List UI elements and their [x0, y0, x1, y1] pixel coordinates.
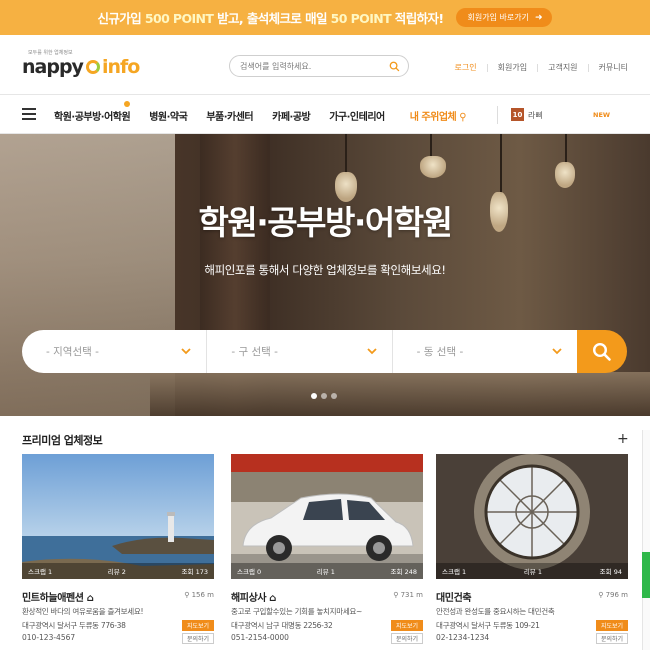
district-select[interactable]: - 구 선택 -	[206, 330, 391, 373]
search-input[interactable]	[240, 61, 389, 71]
card-photo[interactable]: 스크랩 0 리뷰 1 조회 248	[231, 454, 423, 579]
premium-card-list: 스크랩 1 리뷰 2 조회 173 민트하늘애펜션 ⌂ ⚲ 156 m 환상적인 바…	[22, 454, 628, 650]
header: 모두를 위한 업체정보 nappyinfo 로그인 회원가입 고객지원 커뮤니티	[0, 35, 650, 95]
chevron-down-icon	[552, 348, 562, 355]
hero-subtitle: 해피인포를 통해서 다양한 업체정보를 확인해보세요!	[204, 263, 446, 277]
location-pin-icon: ⚲	[598, 591, 606, 599]
side-panel-edge	[642, 430, 650, 650]
map-button[interactable]: 지도보기	[596, 620, 628, 631]
neighborhood-select[interactable]: - 동 선택 -	[391, 330, 577, 373]
hero-table	[150, 372, 650, 416]
business-address: 대구광역시 달서구 두류동 109-21	[436, 621, 540, 630]
map-button[interactable]: 지도보기	[182, 620, 214, 631]
nav-item-nearby[interactable]: 내 주위업체 ⚲	[410, 108, 467, 123]
location-pin-icon: ⚲	[184, 591, 192, 599]
slide-dot[interactable]	[311, 393, 317, 399]
nav-item-hospital[interactable]: 병원·약국	[149, 108, 188, 123]
business-card[interactable]: 스크랩 0 리뷰 1 조회 248 해피상사 ⌂ ⚲ 731 m 중고로 구입할수있…	[231, 454, 423, 650]
home-icon: ⌂	[269, 593, 277, 604]
slide-indicator	[311, 393, 337, 399]
card-stats: 스크랩 0 리뷰 1 조회 248	[231, 563, 423, 579]
arrow-right-icon: ➜	[534, 12, 543, 23]
business-card[interactable]: 스크랩 1 리뷰 1 조회 94 대민건축 ⚲ 796 m 안전성과 완성도를 중요…	[436, 454, 628, 650]
slide-dot[interactable]	[331, 393, 337, 399]
business-name: 해피상사 ⌂	[231, 593, 277, 604]
chevron-down-icon	[367, 348, 377, 355]
business-description: 환상적인 바다의 여유로움을 즐겨보세요!	[22, 607, 144, 616]
card-photo[interactable]: 스크랩 1 리뷰 2 조회 173	[22, 454, 214, 579]
card-photo[interactable]: 스크랩 1 리뷰 1 조회 94	[436, 454, 628, 579]
home-icon: ⌂	[86, 593, 94, 604]
pendant-lamp-icon	[420, 156, 446, 178]
region-filter-bar: - 지역선택 - - 구 선택 - - 동 선택 -	[22, 330, 577, 373]
plus-icon[interactable]: +	[617, 432, 629, 446]
map-button[interactable]: 지도보기	[391, 620, 423, 631]
business-address: 대구광역시 남구 대명동 2256-32	[231, 621, 333, 630]
business-phone: 051-2154-0000	[231, 633, 289, 642]
distance: ⚲ 731 m	[393, 591, 423, 599]
hero-banner: 학원·공부방·어학원 해피인포를 통해서 다양한 업체정보를 확인해보세요! -…	[0, 134, 650, 416]
nav-item-parts[interactable]: 부품·카센터	[206, 108, 253, 123]
distance: ⚲ 156 m	[184, 591, 214, 599]
business-phone: 010-123-4567	[22, 633, 76, 642]
support-link[interactable]: 고객지원	[548, 62, 577, 73]
signup-shortcut-button[interactable]: 회원가입 바로가기 ➜	[455, 8, 553, 27]
search-box	[229, 55, 409, 77]
side-tab[interactable]	[642, 552, 650, 598]
nav-item-furniture[interactable]: 가구·인테리어	[329, 108, 385, 123]
distance: ⚲ 796 m	[598, 591, 628, 599]
nav-item-academy[interactable]: 학원·공부방·어학원	[54, 100, 131, 123]
section-title: 프리미엄 업체정보	[22, 434, 103, 447]
card-stats: 스크랩 1 리뷰 2 조회 173	[22, 563, 214, 579]
location-pin-icon: ⚲	[393, 591, 401, 599]
promo-text: 신규가입 500 POINT 받고, 출석체크로 매일 50 POINT 적립하…	[97, 11, 445, 26]
region-select[interactable]: - 지역선택 -	[22, 330, 206, 373]
location-pin-icon: ⚲	[456, 111, 467, 123]
inquiry-button[interactable]: 문의하기	[391, 633, 423, 644]
logo[interactable]: 모두를 위한 업체정보 nappy info	[22, 49, 142, 81]
chevron-down-icon	[181, 348, 191, 355]
car-photo	[231, 454, 423, 579]
main-nav: 학원·공부방·어학원 병원·약국 부품·카센터 카페·공방 가구·인테리어 내 …	[0, 96, 650, 134]
seaside-photo	[22, 454, 214, 579]
business-name: 대민건축	[436, 593, 472, 604]
login-link[interactable]: 로그인	[455, 62, 477, 73]
count-badge: 10	[511, 108, 524, 121]
pendant-lamp-icon	[555, 162, 575, 188]
menu-icon[interactable]	[22, 108, 36, 120]
signup-link[interactable]: 회원가입	[498, 62, 527, 73]
promo-banner: 신규가입 500 POINT 받고, 출석체크로 매일 50 POINT 적립하…	[0, 0, 650, 35]
community-link[interactable]: 커뮤니티	[599, 62, 628, 73]
filter-search-button[interactable]	[577, 330, 627, 373]
business-card[interactable]: 스크랩 1 리뷰 2 조회 173 민트하늘애펜션 ⌂ ⚲ 156 m 환상적인 바…	[22, 454, 214, 650]
slide-dot[interactable]	[321, 393, 327, 399]
search-icon	[592, 342, 611, 361]
new-label: NEW	[593, 111, 611, 119]
business-description: 안전성과 완성도를 중요시하는 대민건축	[436, 607, 555, 616]
card-stats: 스크랩 1 리뷰 1 조회 94	[436, 563, 628, 579]
business-description: 중고로 구입할수있는 기회를 놓치지마세요~	[231, 607, 363, 616]
top-links: 로그인 회원가입 고객지원 커뮤니티	[455, 62, 628, 73]
hero-title: 학원·공부방·어학원	[198, 203, 453, 242]
badge-label[interactable]: 라삐	[528, 110, 543, 121]
business-address: 대구광역시 달서구 두류동 776-38	[22, 621, 126, 630]
highlight-dot-icon	[124, 100, 131, 107]
business-name: 민트하늘애펜션 ⌂	[22, 593, 94, 604]
dome-photo	[436, 454, 628, 579]
inquiry-button[interactable]: 문의하기	[182, 633, 214, 644]
inquiry-button[interactable]: 문의하기	[596, 633, 628, 644]
logo-swirl-icon	[85, 60, 100, 74]
business-phone: 02-1234-1234	[436, 633, 490, 642]
category-menu: 학원·공부방·어학원 병원·약국 부품·카센터 카페·공방 가구·인테리어 내 …	[54, 96, 485, 134]
search-icon[interactable]	[389, 61, 400, 72]
nav-item-cafe[interactable]: 카페·공방	[272, 108, 311, 123]
